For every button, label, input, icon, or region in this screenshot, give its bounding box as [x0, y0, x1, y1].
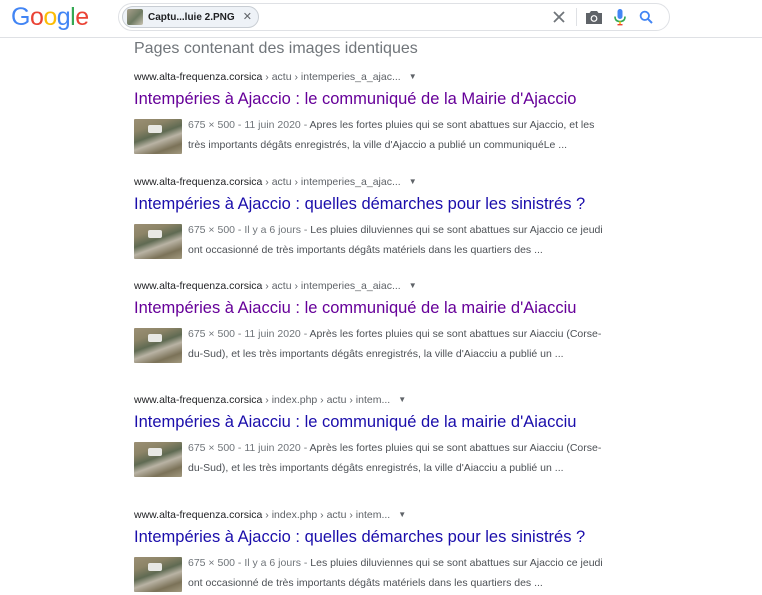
result-path: › index.php › actu › intem... [262, 509, 391, 521]
mic-icon[interactable] [607, 4, 633, 30]
search-result: www.alta-frequenza.corsica › actu › inte… [134, 175, 614, 260]
result-thumbnail[interactable] [134, 119, 182, 154]
chevron-down-icon[interactable]: ▼ [409, 279, 417, 292]
result-site: www.alta-frequenza.corsica [134, 394, 263, 406]
result-path: › actu › intemperies_a_ajac... [262, 176, 401, 188]
result-meta: 675 × 500 - 11 juin 2020 - [188, 442, 310, 454]
close-icon[interactable] [546, 4, 572, 30]
result-title-link[interactable]: Intempéries à Aiacciu : le communiqué de… [134, 412, 614, 432]
result-snippet: 675 × 500 - Il y a 6 jours - Les pluies … [188, 554, 613, 593]
header-bar: Google Captu...luie 2.PNG ✕ [0, 0, 762, 38]
search-icon[interactable] [633, 4, 659, 30]
result-title-link[interactable]: Intempéries à Ajaccio : quelles démarche… [134, 194, 614, 214]
result-cite[interactable]: www.alta-frequenza.corsica › index.php ›… [134, 508, 614, 522]
result-title-link[interactable]: Intempéries à Ajaccio : le communiqué de… [134, 89, 614, 109]
result-thumbnail[interactable] [134, 224, 182, 259]
search-result: www.alta-frequenza.corsica › index.php ›… [134, 393, 614, 478]
section-title: Pages contenant des images identiques [134, 40, 418, 57]
search-divider [576, 8, 577, 26]
result-meta: 675 × 500 - Il y a 6 jours - [188, 224, 311, 236]
search-result: www.alta-frequenza.corsica › index.php ›… [134, 508, 614, 593]
result-title-link[interactable]: Intempéries à Aiacciu : le communiqué de… [134, 298, 614, 318]
chevron-down-icon[interactable]: ▼ [398, 508, 406, 521]
camera-icon[interactable] [581, 4, 607, 30]
result-path: › actu › intemperies_a_ajac... [262, 71, 401, 83]
chevron-down-icon[interactable]: ▼ [409, 70, 417, 83]
result-site: www.alta-frequenza.corsica [134, 71, 263, 83]
result-snippet: 675 × 500 - 11 juin 2020 - Après les for… [188, 325, 613, 364]
search-result: www.alta-frequenza.corsica › actu › inte… [134, 70, 614, 155]
result-title-link[interactable]: Intempéries à Ajaccio : quelles démarche… [134, 527, 614, 547]
result-meta: 675 × 500 - Il y a 6 jours - [188, 557, 311, 569]
result-meta: 675 × 500 - 11 juin 2020 - [188, 328, 310, 340]
result-thumbnail[interactable] [134, 328, 182, 363]
image-query-label: Captu...luie 2.PNG [148, 11, 235, 23]
logo-letter: o [29, 3, 44, 31]
result-site: www.alta-frequenza.corsica [134, 280, 263, 292]
chevron-down-icon[interactable]: ▼ [409, 175, 417, 188]
search-actions [546, 4, 669, 30]
result-snippet: 675 × 500 - 11 juin 2020 - Après les for… [188, 439, 613, 478]
result-snippet: 675 × 500 - 11 juin 2020 - Apres les for… [188, 116, 613, 155]
logo-letter: o [43, 3, 57, 31]
result-cite[interactable]: www.alta-frequenza.corsica › actu › inte… [134, 70, 614, 84]
logo-letter: g [56, 3, 71, 31]
result-site: www.alta-frequenza.corsica [134, 176, 263, 188]
image-query-chip[interactable]: Captu...luie 2.PNG ✕ [122, 6, 259, 28]
logo-letter: e [75, 3, 89, 31]
image-query-thumbnail [127, 9, 143, 25]
result-path: › actu › intemperies_a_aiac... [262, 280, 401, 292]
result-site: www.alta-frequenza.corsica [134, 509, 263, 521]
google-logo[interactable]: Google [11, 3, 89, 31]
result-thumbnail[interactable] [134, 442, 182, 477]
result-meta: 675 × 500 - 11 juin 2020 - [188, 119, 310, 131]
result-path: › index.php › actu › intem... [262, 394, 391, 406]
result-snippet: 675 × 500 - Il y a 6 jours - Les pluies … [188, 221, 613, 260]
chip-close-icon[interactable]: ✕ [243, 10, 252, 23]
result-cite[interactable]: www.alta-frequenza.corsica › actu › inte… [134, 175, 614, 189]
chevron-down-icon[interactable]: ▼ [398, 393, 406, 406]
result-thumbnail[interactable] [134, 557, 182, 592]
result-cite[interactable]: www.alta-frequenza.corsica › index.php ›… [134, 393, 614, 407]
search-result: www.alta-frequenza.corsica › actu › inte… [134, 279, 614, 364]
logo-letter: G [11, 3, 30, 31]
result-cite[interactable]: www.alta-frequenza.corsica › actu › inte… [134, 279, 614, 293]
search-box[interactable]: Captu...luie 2.PNG ✕ [118, 3, 670, 31]
